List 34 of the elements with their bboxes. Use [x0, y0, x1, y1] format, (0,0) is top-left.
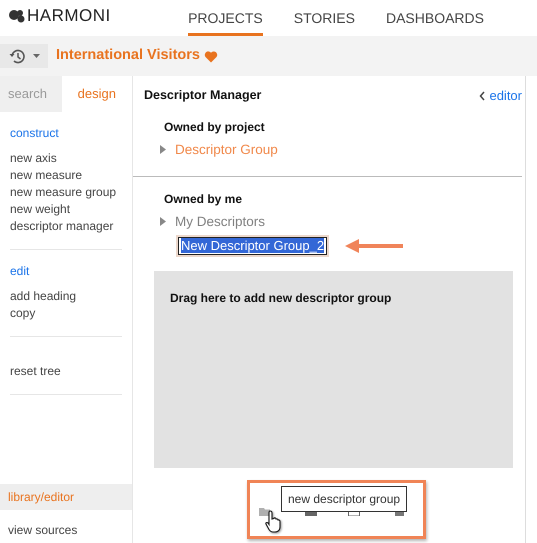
heart-icon[interactable]: [204, 50, 218, 62]
menu-item[interactable]: add heading: [10, 288, 122, 305]
menu-item[interactable]: new axis: [10, 150, 122, 167]
sidebar-link[interactable]: view sources: [0, 517, 132, 543]
back-link[interactable]: editor: [479, 86, 522, 106]
tooltip: new descriptor group: [281, 486, 408, 512]
arrow-icon: [343, 237, 406, 255]
menu-item[interactable]: descriptor manager: [10, 218, 122, 235]
menu-item[interactable]: new measure: [10, 167, 122, 184]
menu-item[interactable]: copy: [10, 305, 122, 322]
section-heading[interactable]: edit: [10, 262, 122, 280]
menu-item[interactable]: new measure group: [10, 184, 122, 201]
rename-field[interactable]: New Descriptor Group_2: [178, 237, 328, 255]
drop-zone-text: Drag here to add new descriptor group: [170, 290, 392, 307]
nav-tab[interactable]: DASHBOARDS: [386, 3, 484, 36]
history-icon: [8, 48, 24, 64]
folder-icon[interactable]: [259, 506, 270, 516]
chevron-left-icon: [479, 90, 486, 101]
nav-tab[interactable]: STORIES: [294, 3, 355, 36]
drop-zone[interactable]: Drag here to add new descriptor group: [154, 271, 513, 468]
expand-icon[interactable]: [160, 145, 167, 154]
brand-name: HARMONI: [27, 4, 111, 26]
group-heading: Owned by me: [164, 190, 244, 208]
expand-icon[interactable]: [160, 217, 167, 226]
hand-cursor-icon: [265, 510, 281, 533]
menu-item[interactable]: reset tree: [10, 363, 122, 380]
tree-item[interactable]: My Descriptors: [175, 212, 266, 232]
section-heading[interactable]: construct: [10, 124, 122, 142]
panel-title: Descriptor Manager: [144, 87, 262, 104]
history-button[interactable]: [0, 44, 48, 68]
menu-item[interactable]: new weight: [10, 201, 122, 218]
project-title: International Visitors: [56, 46, 200, 66]
group-heading: Owned by project: [164, 118, 266, 136]
caret-icon: [32, 54, 40, 58]
